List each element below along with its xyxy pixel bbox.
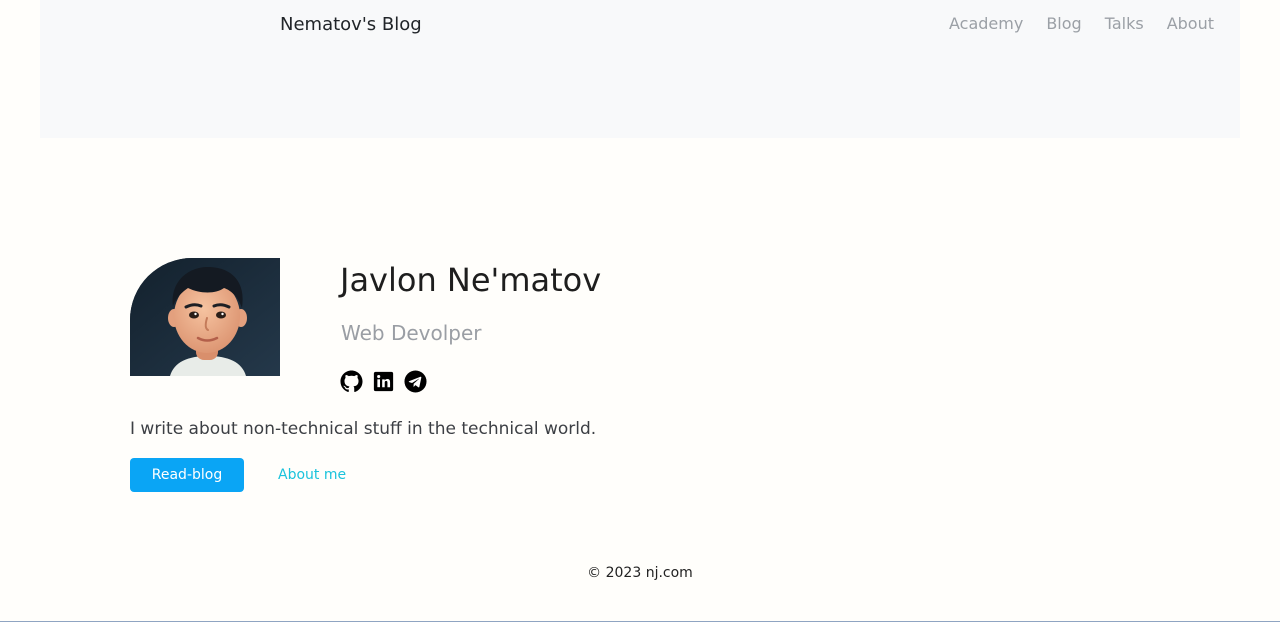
- linkedin-icon: [373, 371, 394, 392]
- brand-link[interactable]: Nematov's Blog: [280, 14, 422, 35]
- github-icon: [340, 370, 363, 392]
- github-link[interactable]: [340, 370, 363, 393]
- social-links: [340, 370, 427, 393]
- nav-link-blog[interactable]: Blog: [1046, 14, 1081, 33]
- avatar: [130, 258, 280, 376]
- profile-role: Web Devolper: [341, 321, 482, 345]
- nav-link-academy[interactable]: Academy: [949, 14, 1023, 33]
- profile-name: Javlon Ne'matov: [340, 261, 602, 299]
- footer-copyright: © 2023 nj.com: [587, 565, 693, 581]
- read-blog-button[interactable]: Read-blog: [130, 458, 244, 492]
- nav-link-about[interactable]: About: [1167, 14, 1214, 33]
- telegram-icon: [404, 370, 427, 393]
- telegram-link[interactable]: [404, 370, 427, 393]
- footer: © 2023 nj.com: [0, 565, 1280, 581]
- linkedin-link[interactable]: [372, 370, 395, 393]
- avatar-illustration: [130, 258, 280, 376]
- nav-link-talks[interactable]: Talks: [1105, 14, 1144, 33]
- about-me-link[interactable]: About me: [278, 467, 346, 483]
- tagline: I write about non-technical stuff in the…: [130, 419, 597, 439]
- nav-links: Academy Blog Talks About: [949, 14, 1214, 33]
- navbar: Nematov's Blog Academy Blog Talks About: [40, 0, 1240, 138]
